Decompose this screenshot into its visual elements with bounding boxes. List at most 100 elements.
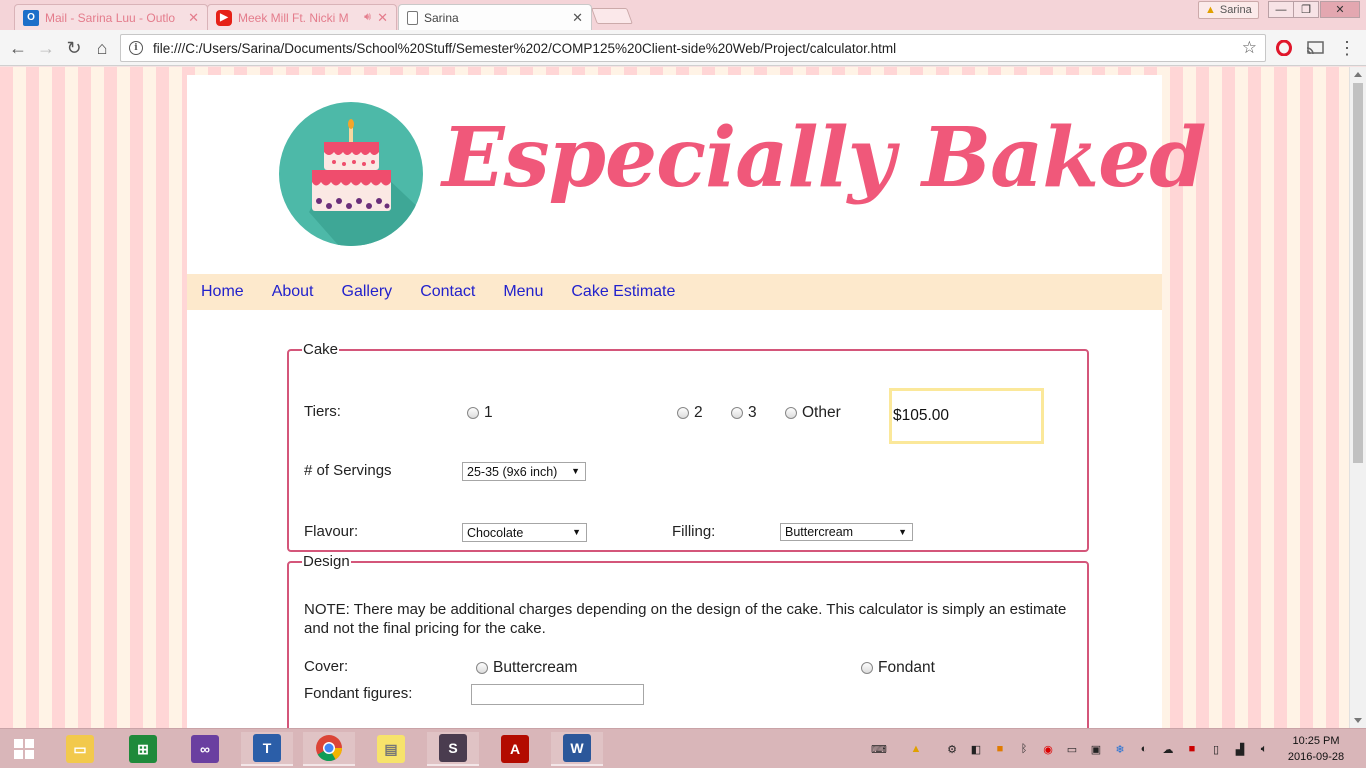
tab-outlook-mail[interactable]: O Mail - Sarina Luu - Outlo ✕ xyxy=(14,4,208,30)
cover-radio-buttercream[interactable]: Buttercream xyxy=(476,659,577,677)
vertical-scrollbar[interactable] xyxy=(1349,67,1366,728)
radio-label: 2 xyxy=(694,404,703,421)
taskbar-slack[interactable]: S xyxy=(427,732,479,766)
sticky-notes-icon: ▤ xyxy=(377,735,405,763)
word-icon: W xyxy=(563,734,591,762)
reload-button[interactable]: ↻ xyxy=(62,36,86,60)
app-tray-icon[interactable]: ◧ xyxy=(968,741,984,757)
menu-icon[interactable]: ⋮ xyxy=(1337,38,1357,58)
new-tab-button[interactable] xyxy=(591,8,633,24)
cake-fieldset: Cake Tiers: 1 2 3 Other $105.00 # of Ser… xyxy=(287,341,1089,552)
windows-logo-icon xyxy=(14,739,34,759)
restore-button[interactable]: ❐ xyxy=(1293,1,1319,18)
flavour-select[interactable]: Chocolate ▼ xyxy=(462,523,587,542)
snowflake-tray-icon[interactable]: ❄ xyxy=(1112,741,1128,757)
scroll-down-arrow-icon[interactable] xyxy=(1354,718,1362,723)
dropdown-arrow-icon: ▼ xyxy=(898,527,907,537)
beats-icon[interactable]: ◉ xyxy=(1040,741,1056,757)
back-button[interactable]: ← xyxy=(6,36,30,60)
info-icon[interactable]: i xyxy=(129,41,143,55)
audio-playing-icon[interactable]: 🔊︎ xyxy=(364,11,371,24)
radio-circle[interactable] xyxy=(677,407,689,419)
tier-radio-2[interactable]: 2 xyxy=(677,404,703,422)
servings-selected-value: 25-35 (9x6 inch) xyxy=(467,464,558,479)
power-icon[interactable]: ▯ xyxy=(1208,741,1224,757)
servings-select[interactable]: 25-35 (9x6 inch) ▼ xyxy=(462,462,586,481)
opera-extension-icon[interactable] xyxy=(1274,38,1294,58)
taskbar-store[interactable]: ⊞ xyxy=(117,732,169,766)
red-tray-icon[interactable]: ■ xyxy=(1184,741,1200,757)
radio-circle[interactable] xyxy=(476,662,488,674)
taskbar-file-explorer[interactable]: ▭ xyxy=(54,732,106,766)
nav-cake-estimate[interactable]: Cake Estimate xyxy=(571,283,675,301)
nav-about[interactable]: About xyxy=(272,283,314,301)
media-tray-icon[interactable]: ◐ xyxy=(1136,741,1152,757)
forward-button[interactable]: → xyxy=(34,36,58,60)
tier-radio-3[interactable]: 3 xyxy=(731,404,757,422)
warning-icon: ▲ xyxy=(1205,4,1216,16)
nav-contact[interactable]: Contact xyxy=(420,283,475,301)
warning-tray-icon[interactable]: ▲ xyxy=(908,741,924,757)
close-tab-icon[interactable]: ✕ xyxy=(188,10,199,26)
tier-radio-1[interactable]: 1 xyxy=(467,404,493,422)
minimize-button[interactable]: — xyxy=(1268,1,1294,18)
close-tab-icon[interactable]: ✕ xyxy=(377,10,388,26)
tiers-label: Tiers: xyxy=(304,403,341,420)
close-window-button[interactable]: ✕ xyxy=(1320,1,1360,18)
nav-gallery[interactable]: Gallery xyxy=(342,283,393,301)
bookmark-star-icon[interactable]: ☆ xyxy=(1242,38,1257,58)
cover-label: Cover: xyxy=(304,658,349,675)
scrollbar-thumb[interactable] xyxy=(1353,83,1363,463)
address-bar[interactable]: i file:///C:/Users/Sarina/Documents/Scho… xyxy=(120,34,1266,62)
sync-tray-icon[interactable]: ■ xyxy=(992,741,1008,757)
fondant-figures-label: Fondant figures: xyxy=(304,685,413,702)
radio-circle[interactable] xyxy=(785,407,797,419)
cover-radio-fondant[interactable]: Fondant xyxy=(861,659,935,677)
nav-menu[interactable]: Menu xyxy=(503,283,543,301)
windows-start-button[interactable] xyxy=(0,729,48,768)
taskbar-word[interactable]: W xyxy=(551,732,603,766)
bluetooth-icon[interactable]: ᛒ xyxy=(1016,741,1032,757)
store-icon: ⊞ xyxy=(129,735,157,763)
clock-date: 2016-09-28 xyxy=(1287,751,1345,763)
design-fieldset: Design NOTE: There may be additional cha… xyxy=(287,553,1089,728)
profile-button[interactable]: ▲ Sarina xyxy=(1198,1,1259,19)
design-legend: Design xyxy=(303,553,350,570)
taskbar-acrobat[interactable]: A xyxy=(489,732,541,766)
taskbar-chrome[interactable] xyxy=(303,732,355,766)
document-icon xyxy=(407,11,418,25)
keyboard-icon[interactable]: ⌨ xyxy=(864,741,894,757)
close-tab-icon[interactable]: ✕ xyxy=(572,10,583,26)
volume-icon[interactable]: 🔈︎ xyxy=(1256,741,1272,757)
site-brand-title: Especially Baked xyxy=(442,110,1207,206)
nav-home[interactable]: Home xyxy=(201,283,244,301)
fondant-figures-input[interactable] xyxy=(471,684,644,705)
settings-tray-icon[interactable]: ⚙ xyxy=(944,741,960,757)
tab-title: Mail - Sarina Luu - Outlo xyxy=(45,10,176,25)
scroll-up-arrow-icon[interactable] xyxy=(1354,72,1362,77)
filling-label: Filling: xyxy=(672,523,716,540)
radio-circle[interactable] xyxy=(467,407,479,419)
page-container: Especially Baked Home About Gallery Cont… xyxy=(187,75,1207,728)
file-explorer-icon: ▭ xyxy=(66,735,94,763)
text-editor-icon: T xyxy=(253,734,281,762)
clock-time: 10:25 PM xyxy=(1292,735,1340,747)
radio-circle[interactable] xyxy=(731,407,743,419)
cast-icon[interactable] xyxy=(1305,38,1325,58)
taskbar-sticky-notes[interactable]: ▤ xyxy=(365,732,417,766)
taskbar-visual-studio[interactable]: ∞ xyxy=(179,732,231,766)
display-tray-icon[interactable]: ▣ xyxy=(1088,741,1104,757)
cloud-tray-icon[interactable]: ☁ xyxy=(1160,741,1176,757)
home-button[interactable]: ⌂ xyxy=(90,36,114,60)
site-nav: Home About Gallery Contact Menu Cake Est… xyxy=(187,274,1162,310)
system-clock[interactable]: 10:25 PM 2016-09-28 xyxy=(1284,733,1348,765)
tab-youtube[interactable]: ▶ Meek Mill Ft. Nicki M 🔊︎ ✕ xyxy=(207,4,397,30)
browser-tab-strip: O Mail - Sarina Luu - Outlo ✕ ▶ Meek Mil… xyxy=(0,0,1366,31)
tab-sarina-active[interactable]: Sarina ✕ xyxy=(398,4,592,31)
tier-radio-other[interactable]: Other xyxy=(785,404,841,422)
network-icon[interactable]: ▟ xyxy=(1232,741,1248,757)
radio-circle[interactable] xyxy=(861,662,873,674)
filling-select[interactable]: Buttercream ▼ xyxy=(780,523,913,541)
drive-tray-icon[interactable]: ▭ xyxy=(1064,741,1080,757)
taskbar-editor[interactable]: T xyxy=(241,732,293,766)
